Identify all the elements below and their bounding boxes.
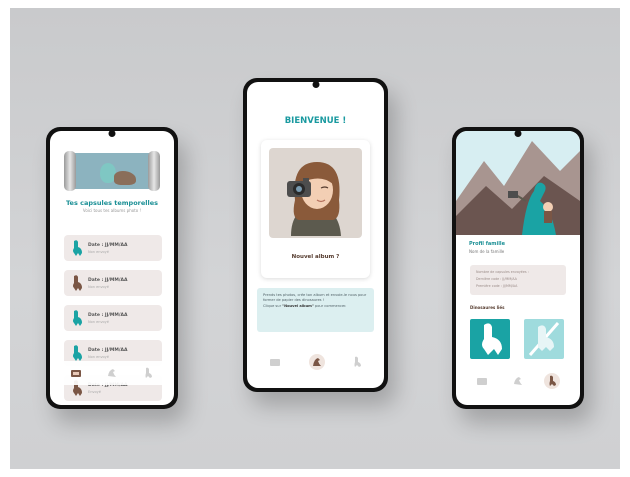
- capsules-subtitle: Voici tous tes albums photo !: [82, 208, 142, 213]
- dino-icon[interactable]: [142, 367, 154, 379]
- new-album-label: Nouvel album ?: [291, 254, 340, 260]
- profile-title: Profil famille: [469, 241, 506, 247]
- bottom-navigation: [50, 361, 174, 385]
- front-camera: [108, 130, 116, 137]
- stat-first-code: Première code : JJ/MM/AA: [476, 284, 518, 288]
- dino-icon[interactable]: [351, 356, 363, 368]
- capsule-date: Date : JJ/MM/AA: [88, 313, 128, 318]
- profile-stats: Nombre de capsules envoyées : Dernière c…: [470, 265, 566, 295]
- capsules-title: Tes capsules temporelles: [65, 199, 159, 207]
- dino-icon[interactable]: [544, 373, 560, 389]
- capsule-status: Envoyé: [88, 390, 101, 394]
- dino-fossil-icon[interactable]: [512, 375, 524, 387]
- stat-sent-count: Nombre de capsules envoyées :: [476, 270, 529, 274]
- front-camera: [514, 130, 522, 137]
- profile-screen: Profil famille Nom de la famille Nombre …: [456, 131, 580, 405]
- phone-welcome: BIENVENUE ! Nouvel album ? Prends tes ph…: [243, 78, 388, 392]
- linked-dinos-title: Dinosaures liés: [470, 305, 505, 310]
- capsule-date: Date : JJ/MM/AA: [88, 348, 128, 353]
- phone-family-profile: Profil famille Nom de la famille Nombre …: [452, 127, 584, 409]
- welcome-screen: BIENVENUE ! Nouvel album ? Prends tes ph…: [247, 82, 384, 388]
- capsule-list-item[interactable]: Date : JJ/MM/AA Non envoyé: [64, 270, 162, 296]
- linked-dino-tile-2[interactable]: [524, 319, 564, 359]
- welcome-title: BIENVENUE !: [284, 116, 347, 126]
- stat-last-code: Dernière code : JJ/MM/AA: [476, 277, 517, 281]
- dino-icon: [73, 310, 82, 326]
- capsule-list-item[interactable]: Date : JJ/MM/AA Non envoyé: [64, 235, 162, 261]
- capsule-date: Date : JJ/MM/AA: [88, 278, 128, 283]
- time-capsule-illustration: [64, 151, 160, 191]
- instructions-suffix: pour commencer.: [313, 303, 347, 308]
- dino-icon: [73, 275, 82, 291]
- phone-capsules-list: Tes capsules temporelles Voici tous tes …: [46, 127, 178, 409]
- capsule-status: Non envoyé: [88, 285, 109, 289]
- album-icon[interactable]: [70, 367, 82, 379]
- capsule-cap-left: [64, 151, 76, 191]
- dino-icon: [73, 345, 82, 361]
- instructions-box: Prends tes photos, crée ton album et env…: [257, 288, 374, 332]
- album-icon[interactable]: [269, 356, 281, 368]
- linked-dino-tile-1[interactable]: [470, 319, 510, 359]
- family-name: Nom de la famille: [469, 249, 505, 254]
- capsule-status: Non envoyé: [88, 355, 109, 359]
- capsule-list-item[interactable]: Date : JJ/MM/AA Non envoyé: [64, 305, 162, 331]
- capsule-date: Date : JJ/MM/AA: [88, 243, 128, 248]
- dino-fossil-icon[interactable]: [309, 354, 325, 370]
- new-album-card[interactable]: Nouvel album ?: [261, 140, 370, 278]
- capsule-status: Non envoyé: [88, 320, 109, 324]
- rock: [114, 171, 136, 185]
- capsule-status: Non envoyé: [88, 250, 109, 254]
- album-icon[interactable]: [476, 375, 488, 387]
- girl-with-camera-illustration: [269, 148, 362, 238]
- capsules-screen: Tes capsules temporelles Voici tous tes …: [50, 131, 174, 405]
- front-camera: [312, 81, 319, 88]
- bottom-navigation: [247, 350, 384, 374]
- instructions-prefix: Clique sur: [263, 303, 283, 308]
- bottom-navigation: [456, 369, 580, 393]
- dino-icon: [73, 240, 82, 256]
- instructions-bold: "Nouvel album": [282, 303, 314, 308]
- capsule-cap-right: [148, 151, 160, 191]
- dino-fossil-icon[interactable]: [106, 367, 118, 379]
- instructions-text: Prends tes photos, crée ton album et env…: [263, 293, 367, 303]
- mountains-dino-illustration: [456, 131, 580, 235]
